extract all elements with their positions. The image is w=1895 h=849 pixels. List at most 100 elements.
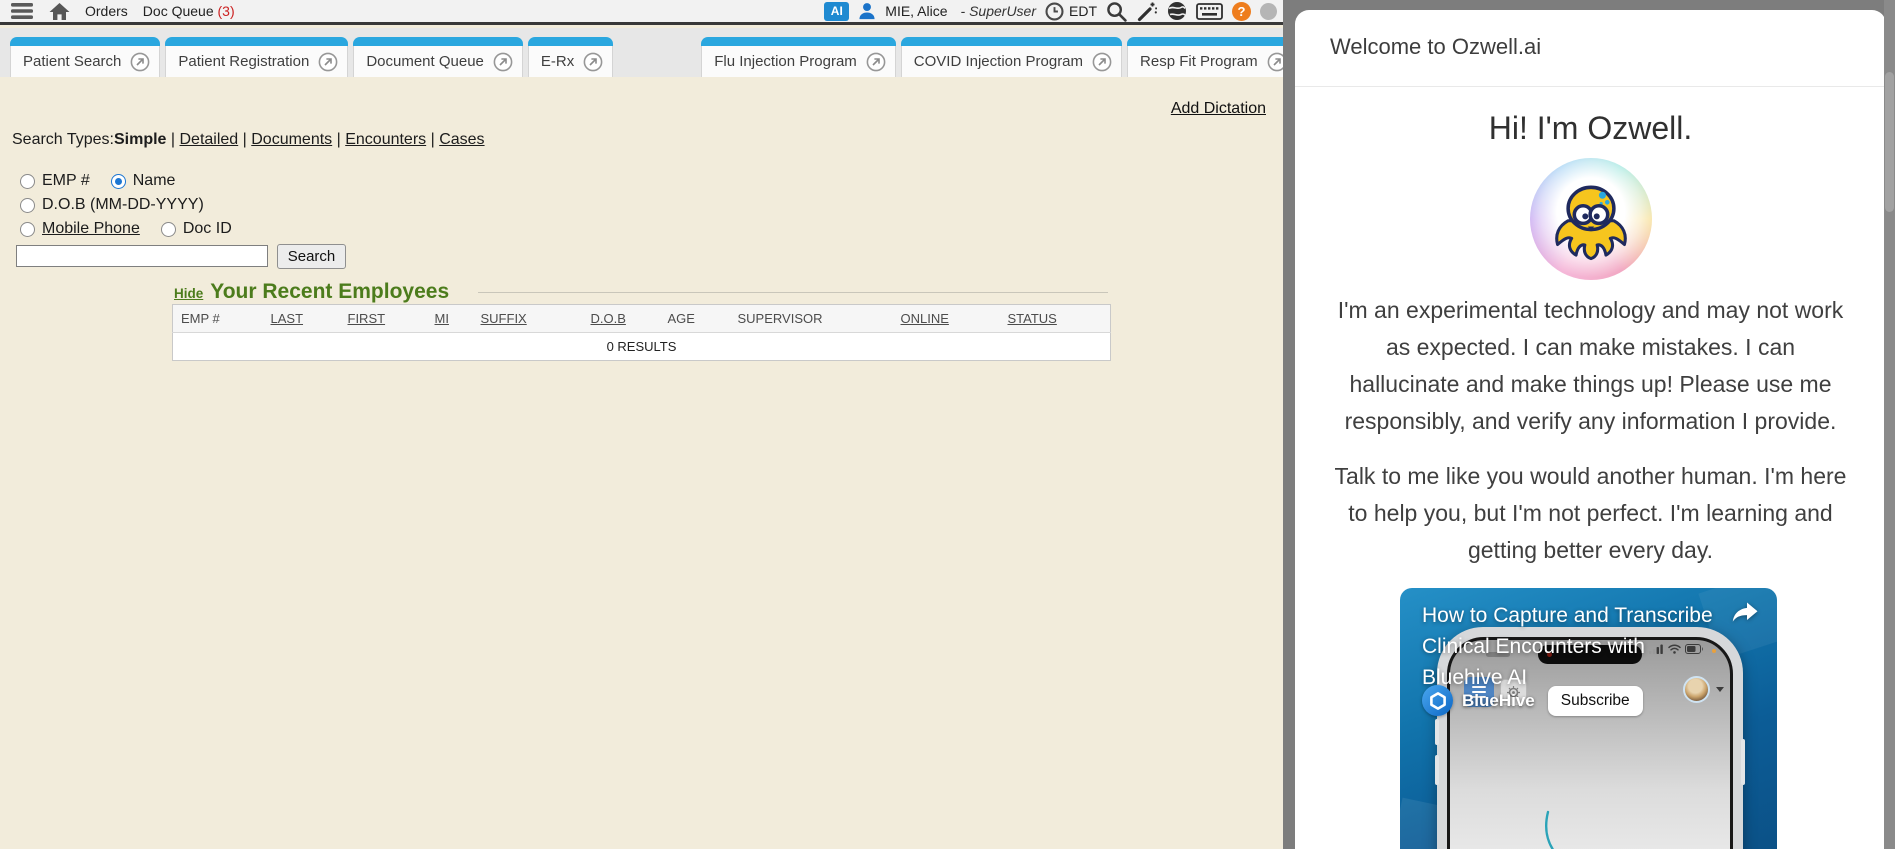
- radio-row-1: EMP # Name: [20, 172, 175, 190]
- tab-accent-bar: [901, 37, 1122, 46]
- user-name[interactable]: MIE, Alice: [885, 3, 947, 19]
- share-icon[interactable]: [1731, 601, 1759, 628]
- open-in-new-tab-icon[interactable]: [1092, 52, 1112, 72]
- scrollbar-track[interactable]: [1884, 0, 1895, 849]
- search-type-separator: |: [166, 131, 179, 148]
- nav-doc-queue[interactable]: Doc Queue (3): [143, 3, 235, 19]
- search-type-documents[interactable]: Documents: [251, 131, 332, 148]
- radio-emp-number-label: EMP #: [42, 172, 90, 190]
- octopus-mascot: [1530, 158, 1652, 280]
- column-header-online[interactable]: ONLINE: [893, 305, 1000, 333]
- column-header-supervisor: SUPERVISOR: [730, 305, 893, 333]
- video-title[interactable]: How to Capture and Transcribe Clinical E…: [1422, 600, 1724, 693]
- radio-mobile-phone[interactable]: [20, 222, 35, 237]
- tab-label[interactable]: Resp Fit Program: [1140, 53, 1258, 70]
- table-row: 0 RESULTS: [173, 333, 1111, 361]
- tab-patient-search[interactable]: Patient Search: [10, 37, 160, 77]
- assistant-divider: [1295, 86, 1886, 87]
- search-input[interactable]: [16, 245, 268, 267]
- assistant-greeting: Hi! I'm Ozwell.: [1295, 110, 1886, 147]
- tab-label[interactable]: Flu Injection Program: [714, 53, 857, 70]
- radio-dob[interactable]: [20, 198, 35, 213]
- search-button[interactable]: Search: [277, 244, 346, 269]
- hide-link[interactable]: Hide: [174, 286, 203, 301]
- legend-divider: [478, 292, 1108, 293]
- column-header-emp: EMP #: [173, 305, 263, 333]
- open-in-new-tab-icon[interactable]: [130, 52, 150, 72]
- tab-flu-injection-program[interactable]: Flu Injection Program: [701, 37, 896, 77]
- radio-dob-label: D.O.B (MM-DD-YYYY): [42, 196, 204, 214]
- tabstrip: Patient Search Patient Registration Docume…: [0, 28, 1283, 77]
- column-header-last[interactable]: LAST: [263, 305, 340, 333]
- tab-patient-registration[interactable]: Patient Registration: [165, 37, 348, 77]
- video-embed[interactable]: How to Capture and Transcribe Clinical E…: [1400, 588, 1777, 849]
- column-header-age: AGE: [660, 305, 730, 333]
- phone-volume-button: [1435, 755, 1439, 785]
- column-header-first[interactable]: FIRST: [340, 305, 427, 333]
- doc-queue-count: (3): [218, 3, 235, 19]
- tab-label[interactable]: COVID Injection Program: [914, 53, 1083, 70]
- open-in-new-tab-icon[interactable]: [318, 52, 338, 72]
- tab-e-rx[interactable]: E-Rx: [528, 37, 613, 77]
- presence-icon[interactable]: [1260, 3, 1277, 20]
- tab-label[interactable]: Patient Registration: [178, 53, 309, 70]
- search-type-separator: |: [426, 131, 439, 148]
- bluehive-logo-icon[interactable]: [1422, 685, 1453, 716]
- search-type-simple: Simple: [114, 131, 166, 148]
- search-type-separator: |: [238, 131, 251, 148]
- tab-resp-fit-program[interactable]: Resp Fit Program: [1127, 37, 1297, 77]
- radio-emp-number[interactable]: [20, 174, 35, 189]
- tab-covid-injection-program[interactable]: COVID Injection Program: [901, 37, 1122, 77]
- column-header-mi[interactable]: MI: [427, 305, 473, 333]
- tab-label[interactable]: E-Rx: [541, 53, 574, 70]
- recent-employees-table: EMP #LASTFIRSTMISUFFIXD.O.BAGESUPERVISOR…: [172, 304, 1111, 361]
- main-region: Orders Doc Queue (3) AI MIE, Alice - Sup…: [0, 0, 1283, 849]
- open-in-new-tab-icon[interactable]: [583, 52, 603, 72]
- column-header-d-o-b[interactable]: D.O.B: [583, 305, 660, 333]
- home-icon[interactable]: [49, 2, 70, 21]
- search-type-cases[interactable]: Cases: [439, 131, 484, 148]
- tab-label[interactable]: Patient Search: [23, 53, 121, 70]
- radio-doc-id[interactable]: [161, 222, 176, 237]
- wand-icon[interactable]: [1136, 0, 1158, 22]
- assistant-panel-title: Welcome to Ozwell.ai: [1330, 34, 1541, 60]
- search-type-detailed[interactable]: Detailed: [180, 131, 239, 148]
- add-dictation-link[interactable]: Add Dictation: [1171, 100, 1266, 118]
- scrollbar-thumb[interactable]: [1885, 72, 1894, 212]
- radio-row-3: Mobile Phone Doc ID: [20, 220, 232, 238]
- tab-accent-bar: [10, 37, 160, 46]
- assistant-disclaimer: I'm an experimental technology and may n…: [1333, 292, 1849, 440]
- user-role: - SuperUser: [961, 3, 1036, 19]
- octopus-icon: [1547, 175, 1635, 263]
- subscribe-button[interactable]: Subscribe: [1548, 686, 1643, 716]
- tab-document-queue[interactable]: Document Queue: [353, 37, 523, 77]
- open-in-new-tab-icon[interactable]: [866, 52, 886, 72]
- video-channel-row: BlueHive Subscribe: [1422, 685, 1643, 716]
- ai-badge[interactable]: AI: [824, 2, 849, 21]
- tab-accent-bar: [353, 37, 523, 46]
- nav-orders[interactable]: Orders: [85, 3, 128, 19]
- menu-icon[interactable]: [10, 2, 34, 20]
- channel-name[interactable]: BlueHive: [1462, 691, 1535, 711]
- keyboard-icon[interactable]: [1196, 3, 1223, 20]
- globe-icon[interactable]: [1167, 1, 1187, 21]
- column-header-status[interactable]: STATUS: [1000, 305, 1111, 333]
- signature-stroke: [1530, 808, 1574, 849]
- help-icon[interactable]: ?: [1232, 2, 1251, 21]
- radio-name-label: Name: [133, 172, 176, 190]
- assistant-intro: Talk to me like you would another human.…: [1333, 458, 1849, 569]
- results-count: 0 RESULTS: [173, 333, 1111, 361]
- column-header-suffix[interactable]: SUFFIX: [473, 305, 583, 333]
- table-header-row: EMP #LASTFIRSTMISUFFIXD.O.BAGESUPERVISOR…: [173, 305, 1111, 333]
- radio-name[interactable]: [111, 174, 126, 189]
- phone-power-button: [1741, 739, 1745, 785]
- search-icon[interactable]: [1106, 1, 1127, 22]
- radio-mobile-phone-label[interactable]: Mobile Phone: [42, 220, 140, 238]
- doc-queue-label: Doc Queue: [143, 3, 214, 19]
- open-in-new-tab-icon[interactable]: [493, 52, 513, 72]
- clock-icon: [1045, 2, 1064, 21]
- timezone-label: EDT: [1069, 3, 1097, 19]
- search-type-encounters[interactable]: Encounters: [345, 131, 426, 148]
- user-icon: [858, 2, 876, 20]
- tab-label[interactable]: Document Queue: [366, 53, 484, 70]
